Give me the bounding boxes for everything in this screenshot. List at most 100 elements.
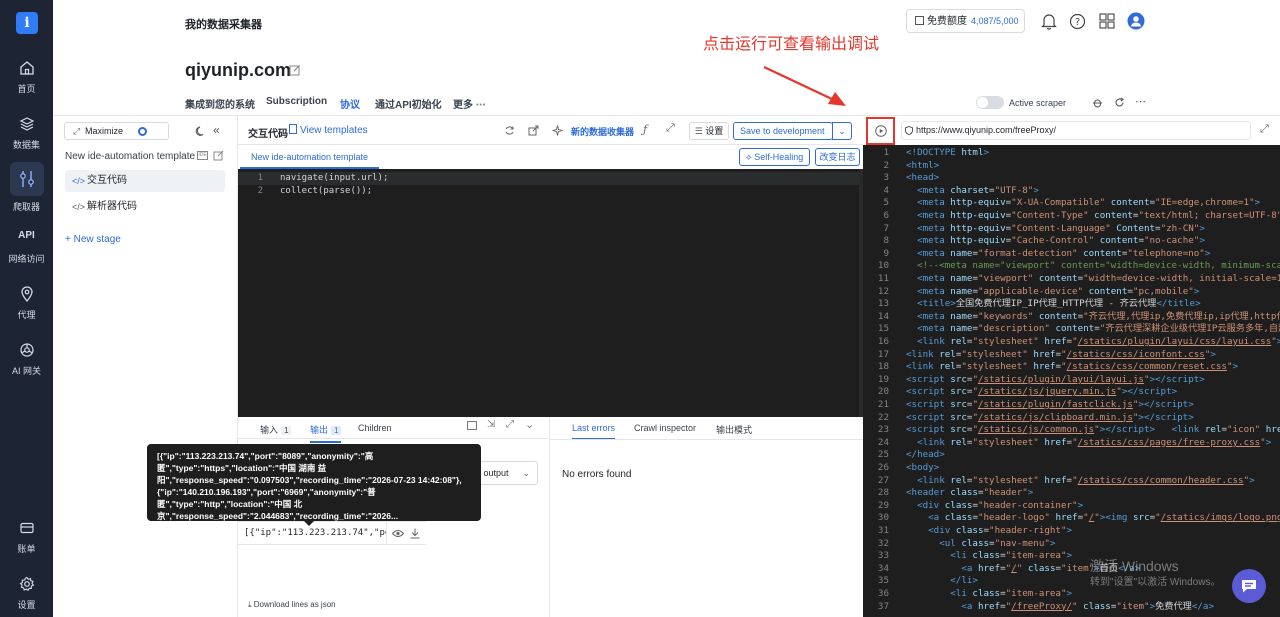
expand-preview-icon[interactable]: ⤢ <box>1260 123 1269 136</box>
bug-icon[interactable] <box>1092 97 1103 108</box>
rail-item-dataset[interactable]: 数据集 <box>0 116 53 166</box>
stage-item-interaction-code[interactable]: </> 交互代码 <box>65 170 225 192</box>
apps-grid-icon[interactable] <box>1099 13 1115 29</box>
download-icon[interactable] <box>410 528 420 539</box>
html-source-line: 16 <link rel="stylesheet" href="/statics… <box>863 336 1280 349</box>
quota-value: 4,087/5,000 <box>971 16 1019 26</box>
quota-badge[interactable]: 免费额度 4,087/5,000 <box>906 9 1025 33</box>
new-stage-button[interactable]: + New stage <box>65 234 121 245</box>
rail-item-api[interactable]: API 网络访问 <box>0 230 53 280</box>
tab-output-mode[interactable]: 输出模式 <box>716 423 752 436</box>
html-source-line: 13 <title>全国免费代理IP_IP代理_HTTP代理 - 齐云代理</t… <box>863 298 1280 311</box>
tab-output-label: 输出 <box>310 425 329 435</box>
source-text: <script src="/statics/plugin/layui/layui… <box>906 373 1205 385</box>
rail-item-billing[interactable]: 账单 <box>0 520 53 570</box>
active-scraper-label: Active scraper <box>1009 98 1067 108</box>
result-tooltip: [{"ip":"113.223.213.74","port":"8089","a… <box>147 444 481 521</box>
source-text: <a href="/freeProxy/" class="item">免费代理<… <box>961 600 1214 612</box>
tab-output-count: 1 <box>331 426 342 435</box>
source-text: <div class="header-container"> <box>917 499 1084 511</box>
rail-item-scraper[interactable]: 爬取器 <box>0 162 53 212</box>
collapse-panel-icon[interactable]: ⇲ <box>487 419 495 430</box>
edit-template-icon[interactable] <box>213 150 224 161</box>
html-source-line: 36 <li class="item-area"> <box>863 588 1280 601</box>
editor-file-tab[interactable]: New ide-automation template <box>240 152 380 169</box>
tab-output[interactable]: 输出 1 <box>310 423 342 443</box>
download-json-link[interactable]: ⤓ Download lines as json <box>248 600 336 610</box>
tab-last-errors[interactable]: Last errors <box>572 423 616 440</box>
tab-more[interactable]: 更多 ⋯ <box>453 96 486 111</box>
eye-icon[interactable] <box>392 529 404 538</box>
maximize-button[interactable]: ⤢ Maximize <box>64 122 169 140</box>
tab-children[interactable]: Children <box>358 423 392 433</box>
view-templates-link[interactable]: View templates <box>289 124 368 136</box>
scraper-icon <box>19 171 34 187</box>
line-number: 21 <box>877 399 889 410</box>
quota-label: 免费额度 <box>927 16 967 27</box>
left-rail: i 首页 数据集 爬取器 API 网络访问 代理 AI 网关 账单 设置 <box>0 0 53 617</box>
line-number: 27 <box>877 474 889 486</box>
run-icon[interactable] <box>875 125 887 137</box>
line-number: 37 <box>877 600 889 612</box>
chevron-down-icon[interactable]: ⌄ <box>525 418 534 431</box>
external-link-icon[interactable] <box>528 125 539 136</box>
self-healing-label: Self-Healing <box>754 152 804 162</box>
rail-item-proxy[interactable]: 代理 <box>0 286 53 336</box>
line-number: 12 <box>877 285 889 297</box>
save-dropdown-button[interactable]: ⌄ <box>832 122 852 140</box>
preview-url-field[interactable]: https://www.qiyunip.com/freeProxy/ <box>901 121 1251 140</box>
rail-item-home[interactable]: 首页 <box>0 60 53 110</box>
html-source-view[interactable]: 1 <!DOCTYPE html> 2 <html> 3 <head> 4 <meta ch… <box>863 145 1280 617</box>
self-healing-button[interactable]: ⟡ Self-Healing <box>739 148 810 166</box>
line-number: 23 <box>877 424 889 436</box>
code-icon: </> <box>72 202 86 212</box>
bell-icon[interactable] <box>1041 13 1057 30</box>
tab-input[interactable]: 输入 1 <box>260 423 292 436</box>
result-actions <box>386 521 426 545</box>
more-options-icon[interactable]: ⋯ <box>1135 95 1146 108</box>
settings-button[interactable]: ☰ 设置 <box>689 122 729 140</box>
app-logo[interactable]: i <box>16 12 38 34</box>
html-source-line: 3 <head> <box>863 172 1280 185</box>
line-number: 20 <box>877 386 889 398</box>
code-area[interactable]: 1 navigate(input.url); 2 collect(parse()); <box>238 169 863 417</box>
sparkle-icon[interactable] <box>552 125 563 136</box>
edit-title-icon[interactable] <box>289 64 301 76</box>
breadcrumb[interactable]: 我的数据采集器 <box>185 16 262 32</box>
html-source-line: 21 <script src="/statics/plugin/fastclick… <box>863 399 1280 412</box>
source-text: <head> <box>906 172 940 184</box>
new-collector-button[interactable]: 新的数据收集器 <box>571 125 634 138</box>
rail-item-settings[interactable]: 设置 <box>0 576 53 617</box>
line-number: 11 <box>877 273 889 284</box>
source-text: <script src="/statics/js/jquery.min.js">… <box>906 386 1178 398</box>
fullscreen-icon[interactable]: ⤢ <box>666 122 675 135</box>
rail-item-ai-gateway[interactable]: AI 网关 <box>0 342 53 392</box>
tab-input-label: 输入 <box>260 425 279 435</box>
output-select[interactable]: r output ⌄ <box>471 461 538 485</box>
expand-icon: ⤢ <box>73 126 81 136</box>
tab-crawl-inspector[interactable]: Crawl inspector <box>634 423 696 433</box>
annotation-arrow-icon <box>763 66 846 106</box>
sync-icon[interactable] <box>504 125 515 136</box>
save-to-development-button[interactable]: Save to development <box>733 122 833 140</box>
help-icon[interactable]: ? <box>1069 13 1086 30</box>
function-icon[interactable]: ƒ <box>643 123 647 136</box>
expand-panel-icon[interactable]: ⤢ <box>506 419 514 430</box>
tab-integrate[interactable]: 集成到您的系统 <box>185 96 255 111</box>
collapse-sidebar-icon[interactable]: « <box>213 123 220 137</box>
refresh-icon[interactable] <box>1114 97 1125 108</box>
stage-item-parser-code[interactable]: </> 解析器代码 <box>65 196 225 218</box>
changelog-button[interactable]: 改变日志 <box>815 148 860 166</box>
dark-mode-icon[interactable] <box>195 126 206 137</box>
tab-api-init[interactable]: 通过API初始化 <box>375 96 442 111</box>
active-scraper-toggle[interactable] <box>976 96 1004 109</box>
html-source-line: 31 <div class="header-right"> <box>863 525 1280 538</box>
preview-url: https://www.qiyunip.com/freeProxy/ <box>916 125 1057 135</box>
tooltip-line: 匿","type":"http","location":"中国 北 <box>157 499 303 509</box>
source-text: <meta http-equiv="X-UA-Compatible" conte… <box>917 197 1261 209</box>
user-avatar-icon[interactable] <box>1127 12 1145 30</box>
terminal-icon[interactable] <box>467 421 477 430</box>
document-icon <box>289 124 297 134</box>
tab-subscription[interactable]: Subscription <box>266 96 327 107</box>
chat-support-button[interactable] <box>1232 569 1266 603</box>
